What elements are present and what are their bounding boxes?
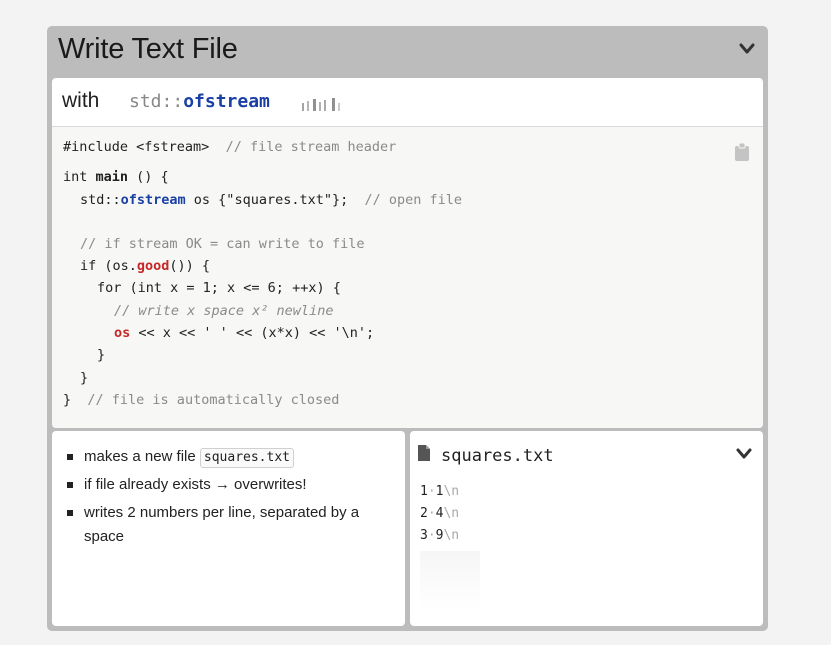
code-line-4: // if stream OK = can write to file [80,236,365,252]
ofstream-label: std::ofstream [129,91,270,112]
file-output-card: squares.txt 1·1\n 2·4\n 3·9\n [410,431,763,626]
bullet-icon [67,482,73,488]
code-line-1: #include <fstream> // file stream header [63,139,397,155]
code-line-7: // write x space x² newline [114,303,334,319]
inline-code-filename: squares.txt [199,448,294,468]
code-card: with std::ofstream #include <fstream> //… [52,78,763,428]
file-name: squares.txt [441,446,554,466]
file-icon [418,445,430,461]
note-item: makes a new file squares.txt [66,445,396,469]
fade-overlay [290,78,500,124]
notes-card: makes a new file squares.txt if file alr… [52,431,405,626]
bullet-icon [67,454,73,460]
code-line-9: } [97,347,106,363]
file-line: 1·1\n [420,484,460,499]
bullet-icon [67,510,73,516]
chevron-down-icon[interactable] [739,43,755,55]
file-contents: 1·1\n 2·4\n 3·9\n [420,481,459,547]
code-line-2: int main () { [63,169,169,185]
code-text: #include <fstream> // file stream header… [63,139,462,408]
code-line-5: if (os.good()) { [80,258,211,274]
file-line: 3·9\n [420,528,460,543]
chevron-down-icon[interactable] [736,448,752,460]
code-line-8: os << x << ' ' << (x*x) << '\n'; [114,325,375,341]
note-item: if file already exists → overwrites! [66,473,396,497]
code-line-3: std::ofstream os {"squares.txt"}; // ope… [80,192,463,208]
note-item: writes 2 numbers per line, separated by … [66,501,396,549]
code-line-6: for (int x = 1; x <= 6; ++x) { [97,280,341,296]
card-subheader: with std::ofstream [52,78,763,127]
code-line-10: } [80,370,89,386]
with-label: with [62,89,100,112]
code-block: #include <fstream> // file stream header… [52,127,763,428]
file-line: 2·4\n [420,506,460,521]
code-line-11: } // file is automatically closed [63,392,340,408]
write-text-file-panel: Write Text File with std::ofstream #incl… [47,26,768,631]
clipboard-icon[interactable] [735,143,749,161]
panel-title: Write Text File [58,33,238,65]
notes-list: makes a new file squares.txt if file alr… [66,445,396,553]
faded-overlay [420,551,480,611]
